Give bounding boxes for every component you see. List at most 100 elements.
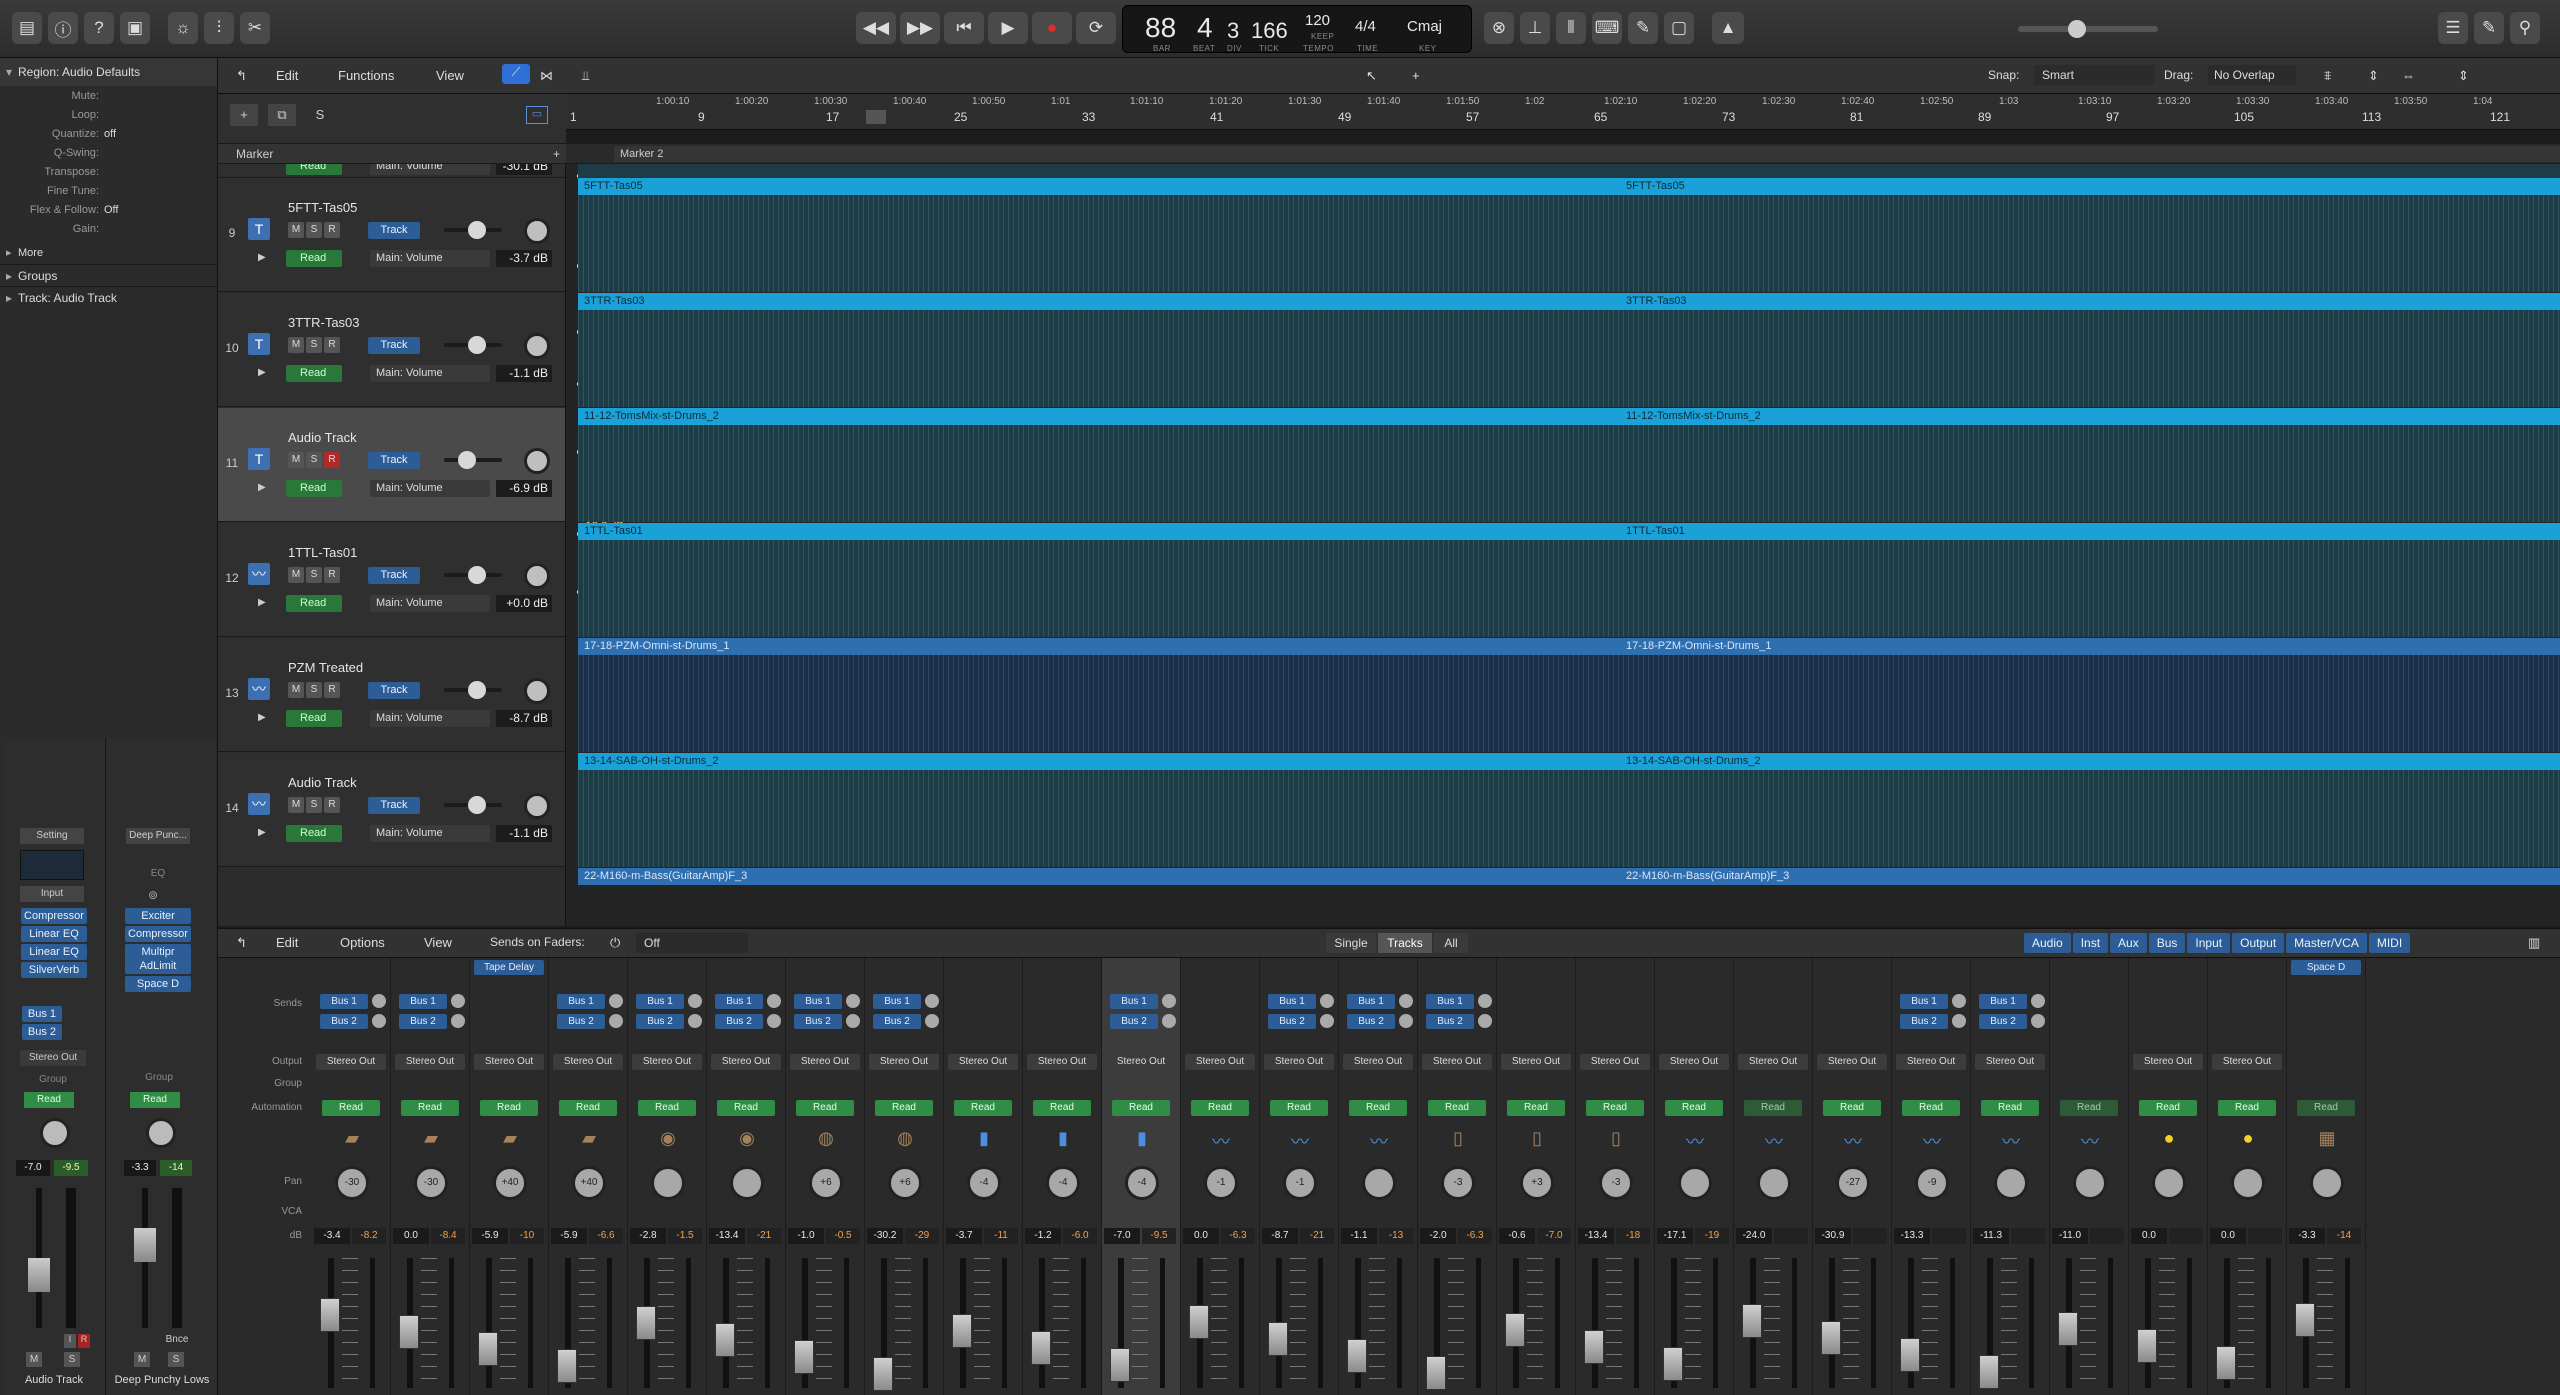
automation-mode[interactable]: Read [286, 480, 342, 497]
filter-output-button[interactable]: Output [2232, 933, 2285, 953]
flex-toggle-icon[interactable]: ⋈ [540, 68, 553, 84]
volume-fader[interactable] [1347, 1258, 1367, 1388]
pan-knob[interactable]: +3 [1520, 1166, 1554, 1200]
mixer-edit-menu[interactable]: Edit [276, 935, 298, 950]
region-param-row[interactable]: Flex & Follow: Off [0, 204, 217, 223]
pan-knob[interactable] [730, 1166, 764, 1200]
inspector-button[interactable]: ⓘ [48, 12, 78, 44]
volume-slider-knob[interactable] [458, 451, 476, 469]
back-icon[interactable]: ↰ [236, 68, 247, 84]
mixer-layout-icon[interactable]: ▥ [2528, 935, 2540, 951]
automation-mode[interactable]: Read [286, 365, 342, 382]
fader-cap[interactable] [1821, 1321, 1841, 1355]
automation-value[interactable]: -30.1 dB [496, 164, 552, 175]
volume-value[interactable]: -17.1 [1657, 1228, 1693, 1244]
automation-read-button[interactable]: Read [559, 1100, 617, 1116]
fader-cap[interactable] [1426, 1356, 1446, 1390]
tuner-button[interactable]: ⊥ [1520, 12, 1550, 44]
audio-region-waveform[interactable] [578, 425, 2560, 522]
send-level-knob[interactable] [609, 994, 623, 1008]
volume-value[interactable]: 0.0 [393, 1228, 429, 1244]
region-param-row[interactable]: Quantize: off [0, 128, 217, 147]
volume-fader[interactable] [399, 1258, 419, 1388]
volume-value[interactable]: -11.3 [1973, 1228, 2009, 1244]
automation-mode[interactable]: Read [286, 825, 342, 842]
disclosure-triangle-icon[interactable]: ▶ [258, 597, 266, 608]
filter-aux-button[interactable]: Aux [2110, 933, 2147, 953]
pan-knob[interactable]: -9 [1915, 1166, 1949, 1200]
volume-value[interactable]: -1.2 [1025, 1228, 1061, 1244]
marker-2[interactable]: Marker 2 [614, 146, 2560, 162]
audio-region-waveform[interactable] [578, 540, 2560, 637]
record-enable-button[interactable]: R [324, 222, 340, 238]
output-slot[interactable]: Stereo Out [1580, 1054, 1650, 1070]
waveform-zoom-icon[interactable]: ⩨ [2324, 68, 2331, 84]
send-bus-2[interactable]: Bus 2 [1979, 1014, 2027, 1029]
fader-cap[interactable] [794, 1340, 814, 1374]
volume-value[interactable]: 0.0 [2210, 1228, 2246, 1244]
automation-read-button[interactable]: Read [1744, 1100, 1802, 1116]
audio-region-waveform[interactable] [578, 195, 2560, 292]
output-slot[interactable]: Stereo Out [2133, 1054, 2203, 1070]
automation-read-button[interactable]: Read [875, 1100, 933, 1116]
param-value[interactable]: Off [104, 204, 118, 216]
send-level-knob[interactable] [609, 1014, 623, 1028]
send-bus-1[interactable]: Bus 1 [1110, 994, 1158, 1009]
send-bus-1[interactable]: Bus 1 [1900, 994, 1948, 1009]
send-bus-2[interactable]: Bus 2 [22, 1024, 62, 1040]
mute-button[interactable]: M [288, 567, 304, 583]
output-slot[interactable]: Stereo Out [1659, 1054, 1729, 1070]
volume-value[interactable]: -3.3 [2289, 1228, 2325, 1244]
record-enable-button[interactable]: R [324, 337, 340, 353]
send-level-knob[interactable] [1952, 994, 1966, 1008]
output-slot[interactable]: Stereo Out [1343, 1054, 1413, 1070]
output-slot[interactable]: Stereo Out [711, 1054, 781, 1070]
output-slot[interactable]: Stereo Out [474, 1054, 544, 1070]
send-bus-1[interactable]: Bus 1 [715, 994, 763, 1009]
region-param-row[interactable]: Transpose: [0, 166, 217, 185]
volume-slider[interactable] [444, 451, 502, 469]
setting-button[interactable]: Setting [20, 828, 84, 844]
group-slot[interactable]: Group [126, 1072, 192, 1083]
send-level-knob[interactable] [2031, 994, 2045, 1008]
pan-knob[interactable]: -4 [1125, 1166, 1159, 1200]
pan-knob[interactable]: -4 [967, 1166, 1001, 1200]
volume-value[interactable]: -13.4 [709, 1228, 745, 1244]
pan-knob[interactable]: -4 [1046, 1166, 1080, 1200]
automation-mode[interactable]: Read [286, 595, 342, 612]
send-level-knob[interactable] [925, 1014, 939, 1028]
volume-fader[interactable] [2137, 1258, 2157, 1388]
send-bus-1[interactable]: Bus 1 [1426, 994, 1474, 1009]
automation-read-button[interactable]: Read [717, 1100, 775, 1116]
automation-read-button[interactable]: Read [2139, 1100, 2197, 1116]
volume-fader[interactable] [1821, 1258, 1841, 1388]
pan-knob[interactable]: -3 [1441, 1166, 1475, 1200]
catch-icon[interactable]: ⫫ [582, 68, 589, 84]
send-bus-1[interactable]: Bus 1 [399, 994, 447, 1009]
fast-forward-button[interactable]: ▶▶ [900, 12, 940, 44]
filter-inst-button[interactable]: Inst [2072, 933, 2109, 953]
input-button[interactable]: Input [20, 886, 84, 902]
view-menu[interactable]: View [436, 68, 464, 83]
eq-button[interactable]: EQ [126, 866, 190, 882]
output-slot[interactable]: Stereo Out [1501, 1054, 1571, 1070]
volume-value[interactable]: -2.0 [1420, 1228, 1456, 1244]
volume-fader[interactable] [1663, 1258, 1683, 1388]
automation-read-button[interactable]: Read [1981, 1100, 2039, 1116]
fader-cap[interactable] [2058, 1312, 2078, 1346]
output-slot[interactable]: Stereo Out [1185, 1054, 1255, 1070]
loops-button[interactable]: ⚲ [2510, 12, 2540, 44]
pan-knob[interactable] [2073, 1166, 2107, 1200]
send-bus-2[interactable]: Bus 2 [1268, 1014, 1316, 1029]
filter-midi-button[interactable]: MIDI [2368, 933, 2411, 953]
volume-value[interactable]: -13.4 [1578, 1228, 1614, 1244]
mute-button[interactable]: M [288, 337, 304, 353]
volume-slider[interactable] [444, 566, 502, 584]
send-bus-1[interactable]: Bus 1 [873, 994, 921, 1009]
volume-fader[interactable] [873, 1258, 893, 1391]
sends-on-faders-select[interactable]: Off [636, 933, 748, 953]
volume-value[interactable]: -11.0 [2052, 1228, 2088, 1244]
volume-fader[interactable] [1900, 1258, 1920, 1388]
cycle-region[interactable] [866, 110, 886, 124]
send-bus-1[interactable]: Bus 1 [1347, 994, 1395, 1009]
